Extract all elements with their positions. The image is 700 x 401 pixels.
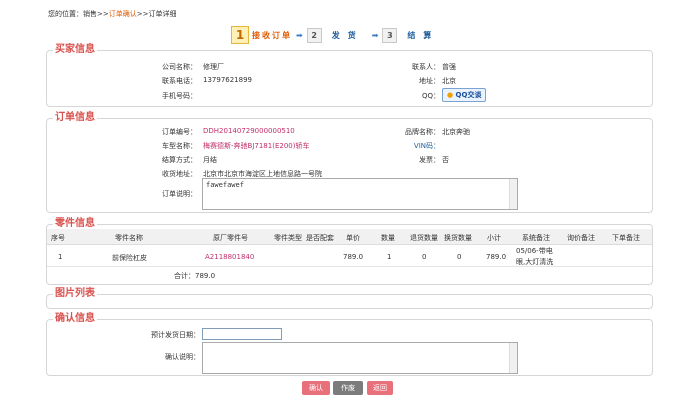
- total-value: 789.0: [195, 272, 216, 280]
- settle-value: 月结: [203, 156, 217, 164]
- cell-qty: 1: [387, 253, 392, 261]
- cell-exchanged: 0: [457, 253, 462, 261]
- breadcrumb-current[interactable]: 订单确认: [109, 10, 137, 18]
- phone-label: 联系电话：: [162, 77, 197, 85]
- col-header: 退货数量: [410, 234, 438, 242]
- model-label: 车型名称：: [162, 142, 197, 150]
- brand-label: 品牌名称：: [405, 128, 440, 136]
- qq-label: QQ：: [421, 92, 440, 100]
- cell-subtotal: 789.0: [486, 253, 507, 261]
- order-progress-steps: 1 接收订单 ➡ 2 发货 ➡ 3 结算: [231, 26, 439, 46]
- col-header: 是否配套: [306, 234, 334, 242]
- invoice-value: 否: [442, 156, 449, 164]
- step-1-label: 接收订单: [252, 30, 292, 40]
- col-header: 单价: [346, 234, 360, 242]
- cell-system-note: 05/06-带电 眼,大灯清洗: [516, 246, 553, 268]
- phone-value: 13797621899: [203, 76, 252, 84]
- brand-value: 北京奔驰: [442, 128, 470, 136]
- ship-address-label: 收货地址：: [162, 170, 197, 178]
- scrollbar[interactable]: [509, 343, 517, 373]
- breadcrumb-suffix: >>订单详细: [136, 10, 177, 18]
- col-header: 零件名称: [115, 234, 143, 242]
- vin-label: VIN码：: [413, 142, 440, 150]
- buyer-info-section: 买家信息: [46, 45, 653, 107]
- cell-seq: 1: [58, 253, 63, 261]
- total-label: 合计：: [174, 272, 195, 280]
- step-1-number: 1: [231, 26, 249, 44]
- step-3-number: 3: [382, 27, 398, 43]
- cell-price: 789.0: [343, 253, 364, 261]
- contact-label: 联系人：: [412, 63, 440, 71]
- step-2-number: 2: [306, 27, 322, 43]
- system-note-line: 05/06-带电: [516, 247, 553, 255]
- qq-chat-label: QQ交谈: [455, 91, 482, 99]
- address-value: 北京: [442, 77, 456, 85]
- ship-date-input[interactable]: [202, 328, 282, 340]
- order-info-legend: 订单信息: [55, 112, 95, 123]
- arrow-right-icon: ➡: [371, 30, 379, 40]
- back-button[interactable]: 返回: [367, 381, 393, 395]
- breadcrumb-prefix: 您的位置：销售>>: [48, 10, 109, 18]
- contact-value: 曾强: [442, 63, 456, 71]
- company-label: 公司名称：: [162, 63, 197, 71]
- confirm-note-label: 确认说明：: [165, 353, 200, 361]
- order-no-label: 订单编号：: [162, 128, 197, 136]
- ship-date-label: 预计发货日期：: [151, 331, 200, 339]
- col-header: 数量: [381, 234, 395, 242]
- step-3-label: 结算: [407, 30, 440, 40]
- company-value: 修理厂: [203, 63, 224, 71]
- qq-chat-button[interactable]: ● QQ交谈: [442, 88, 487, 102]
- settle-label: 结算方式：: [162, 156, 197, 164]
- confirm-button[interactable]: 确认: [302, 381, 330, 395]
- buyer-info-legend: 买家信息: [55, 44, 95, 55]
- arrow-right-icon: ➡: [296, 30, 303, 40]
- col-header: 系统备注: [522, 234, 550, 242]
- cell-oem-no[interactable]: A2118801840: [205, 253, 254, 261]
- col-header: 下单备注: [612, 234, 640, 242]
- void-button[interactable]: 作废: [333, 381, 363, 395]
- order-no-value: DDH20140729000000510: [203, 127, 295, 135]
- address-label: 地址：: [419, 77, 440, 85]
- image-list-legend: 图片列表: [55, 288, 95, 299]
- scrollbar[interactable]: [509, 179, 517, 209]
- invoice-label: 发票：: [419, 156, 440, 164]
- parts-info-legend: 零件信息: [55, 218, 95, 229]
- confirm-note-textarea[interactable]: [202, 342, 518, 374]
- confirm-info-legend: 确认信息: [55, 313, 95, 324]
- col-header: 换货数量: [444, 234, 472, 242]
- step-2-label: 发货: [331, 30, 364, 40]
- mobile-label: 手机号码：: [162, 92, 197, 100]
- model-value: 梅赛德斯-奔驰BJ7181(E200)轿车: [203, 142, 310, 150]
- parts-total: 合计：789.0: [174, 271, 215, 281]
- col-header: 小计: [487, 234, 501, 242]
- order-memo-text: fawefawef: [206, 181, 244, 189]
- cell-name: 前保险杠皮: [112, 254, 147, 262]
- col-header: 序号: [51, 234, 65, 242]
- breadcrumb: 您的位置：销售>>订单确认>>订单详细: [48, 9, 176, 19]
- cell-returned: 0: [422, 253, 427, 261]
- col-header: 原厂零件号: [213, 234, 248, 242]
- order-memo-label: 订单说明：: [162, 190, 197, 198]
- table-divider: [47, 266, 652, 267]
- col-header: 询价备注: [567, 234, 595, 242]
- image-list-section: 图片列表: [46, 289, 653, 309]
- order-memo-textarea[interactable]: fawefawef: [202, 178, 518, 210]
- col-header: 零件类型: [274, 234, 302, 242]
- qq-penguin-icon: ●: [447, 91, 454, 99]
